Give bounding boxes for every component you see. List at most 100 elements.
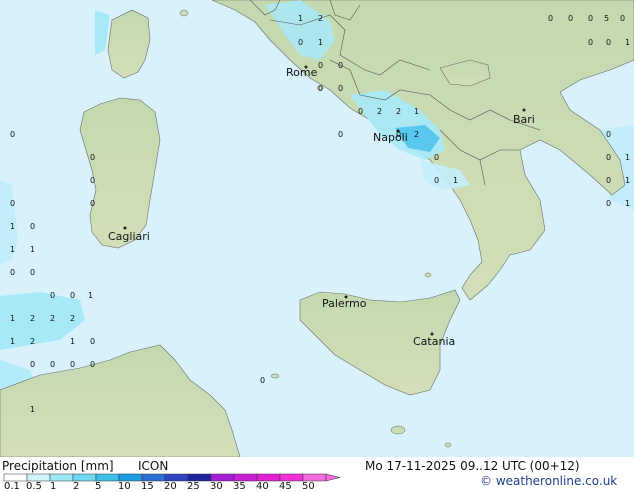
precip-value: 0 (606, 38, 611, 47)
model-name: ICON (138, 459, 169, 473)
precip-value: 2 (30, 337, 35, 346)
scale-label: 50 (302, 481, 315, 492)
precip-value: 2 (70, 314, 75, 323)
precip-value: 1 (625, 153, 630, 162)
precip-value: 0 (50, 360, 55, 369)
city-label-catania: Catania (413, 335, 455, 348)
precip-value: 0 (10, 199, 15, 208)
credit-text[interactable]: © weatheronline.co.uk (480, 474, 617, 488)
precip-value: 0 (260, 376, 265, 385)
scale-label: 10 (118, 481, 131, 492)
scale-swatch (302, 473, 327, 482)
city-label-palermo: Palermo (322, 297, 367, 310)
scale-label: 35 (233, 481, 246, 492)
precip-value: 0 (620, 14, 625, 23)
scale-label: 25 (187, 481, 200, 492)
precip-value: 0 (318, 61, 323, 70)
scale-label: 40 (256, 481, 269, 492)
scale-swatch (233, 473, 258, 482)
precip-value: 0 (588, 38, 593, 47)
precip-value: 1 (414, 107, 419, 116)
precip-value: 1 (318, 38, 323, 47)
precip-value: 1 (88, 291, 93, 300)
precip-value: 0 (588, 14, 593, 23)
city-label-napoli: Napoli (373, 131, 408, 144)
scale-swatch (164, 473, 189, 482)
precip-value: 0 (10, 268, 15, 277)
city-label-rome: Rome (286, 66, 318, 79)
scale-swatch (141, 473, 166, 482)
precip-value: 0 (568, 14, 573, 23)
precip-value: 1 (10, 222, 15, 231)
scale-swatch (256, 473, 281, 482)
precip-value: 2 (318, 14, 323, 23)
precip-value: 0 (90, 360, 95, 369)
precip-value: 0 (338, 130, 343, 139)
scale-label: 1 (50, 481, 57, 492)
precip-value: 1 (30, 405, 35, 414)
scale-swatch (118, 473, 143, 482)
scale-label: 5 (95, 481, 102, 492)
scale-swatch (95, 473, 120, 482)
precip-value: 0 (90, 176, 95, 185)
city-label-bari: Bari (513, 113, 535, 126)
precip-value: 0 (90, 153, 95, 162)
scale-swatch (72, 473, 97, 482)
precip-value: 1 (10, 314, 15, 323)
precip-value: 0 (434, 176, 439, 185)
scale-swatch (26, 473, 51, 482)
precip-value: 2 (377, 107, 382, 116)
precip-value: 0 (30, 268, 35, 277)
precip-value: 0 (548, 14, 553, 23)
precip-value: 0 (298, 38, 303, 47)
precip-value: 1 (625, 176, 630, 185)
scale-label: 2 (73, 481, 80, 492)
precip-value: 1 (625, 199, 630, 208)
precipitation-map: Rome Napoli Bari Cagliari Palermo Catani… (0, 0, 634, 458)
precip-value: 0 (318, 84, 323, 93)
scale-label: 45 (279, 481, 292, 492)
precip-value: 1 (70, 337, 75, 346)
precip-value: 2 (414, 130, 419, 139)
precip-value: 1 (30, 245, 35, 254)
precip-value: 1 (453, 176, 458, 185)
precip-value: 0 (90, 337, 95, 346)
precip-value: 0 (396, 130, 401, 139)
precip-value: 0 (30, 222, 35, 231)
precip-value: 0 (606, 176, 611, 185)
precip-value: 0 (606, 199, 611, 208)
scale-label: 20 (164, 481, 177, 492)
precip-value: 5 (604, 14, 609, 23)
precip-value: 0 (606, 153, 611, 162)
scale-swatch (3, 473, 28, 482)
precip-value: 2 (30, 314, 35, 323)
precip-value: 0 (30, 360, 35, 369)
precip-value: 0 (434, 153, 439, 162)
map-canvas: Rome Napoli Bari Cagliari Palermo Catani… (0, 0, 634, 458)
precip-value: 0 (70, 291, 75, 300)
precip-value: 0 (90, 199, 95, 208)
scale-swatch (49, 473, 74, 482)
precip-value: 1 (10, 245, 15, 254)
precip-value: 0 (338, 61, 343, 70)
scale-label: 0.1 (4, 481, 20, 492)
scale-swatch (279, 473, 304, 482)
precip-value: 0 (50, 291, 55, 300)
precip-value: 1 (298, 14, 303, 23)
precip-value: 2 (50, 314, 55, 323)
precip-value: 0 (338, 84, 343, 93)
legend-title: Precipitation [mm] (2, 459, 114, 473)
precip-value: 0 (70, 360, 75, 369)
precip-value: 2 (396, 107, 401, 116)
scale-swatch (210, 473, 235, 482)
precip-value: 0 (10, 130, 15, 139)
precip-value: 0 (606, 130, 611, 139)
scale-label: 0.5 (26, 481, 42, 492)
precip-value: 1 (10, 337, 15, 346)
precip-value: 0 (358, 107, 363, 116)
precip-value: 1 (625, 38, 630, 47)
scale-swatch (187, 473, 212, 482)
scale-arrow (325, 473, 340, 482)
scale-label: 30 (210, 481, 223, 492)
scale-label: 15 (141, 481, 154, 492)
